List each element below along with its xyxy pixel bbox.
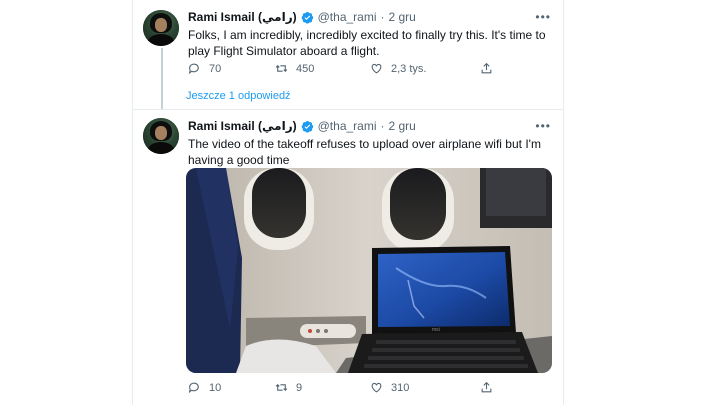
tweet-header: Rami Ismail (رامي) @tha_rami · 2 gru [188, 119, 416, 133]
tweet-header: Rami Ismail (رامي) @tha_rami · 2 gru [188, 10, 416, 24]
reply-icon [188, 382, 199, 394]
like-count: 2,3 tys. [391, 62, 427, 75]
timestamp[interactable]: 2 gru [389, 10, 416, 24]
retweet-count: 450 [296, 62, 315, 75]
author-name[interactable]: Rami Ismail (رامي) [188, 10, 297, 24]
like-count: 310 [391, 381, 410, 394]
avatar[interactable] [143, 10, 179, 46]
timestamp[interactable]: 2 gru [389, 119, 416, 133]
avatar[interactable] [143, 118, 179, 154]
author-handle[interactable]: @tha_rami [318, 10, 377, 24]
separator-dot: · [380, 10, 385, 24]
retweet-count: 9 [296, 381, 303, 394]
heart-icon [371, 63, 382, 74]
laptop-brand-label: msi [432, 327, 440, 333]
reply-icon [188, 63, 199, 75]
show-more-replies-link[interactable]: Jeszcze 1 odpowiedź [186, 90, 291, 102]
share-button[interactable] [480, 62, 493, 75]
retweet-button[interactable]: 9 [275, 381, 302, 394]
airplane-laptop-photo: msi [186, 168, 552, 373]
more-options-icon[interactable]: ••• [535, 119, 551, 133]
tweet-actions: 70 450 2,3 tys. [188, 62, 538, 78]
author-name[interactable]: Rami Ismail (رامي) [188, 119, 297, 133]
tweet-text: Folks, I am incredibly, incredibly excit… [188, 28, 546, 58]
retweet-button[interactable]: 450 [275, 62, 314, 75]
retweet-icon [275, 384, 288, 391]
more-options-icon[interactable]: ••• [535, 10, 551, 24]
thread-line-dotted [161, 84, 163, 110]
reply-count: 10 [209, 381, 222, 394]
separator-dot: · [380, 119, 385, 133]
tweet-text: The video of the takeoff refuses to uplo… [188, 137, 541, 167]
heart-icon [371, 382, 382, 393]
tweet-actions: 10 9 310 [188, 381, 538, 397]
share-icon [481, 381, 492, 393]
like-button[interactable]: 2,3 tys. [370, 62, 426, 75]
like-button[interactable]: 310 [370, 381, 409, 394]
share-button[interactable] [480, 381, 493, 394]
verified-badge-icon [301, 11, 313, 24]
tweet-photo[interactable]: msi [186, 168, 552, 373]
author-handle[interactable]: @tha_rami [318, 119, 377, 133]
reply-button[interactable]: 10 [188, 381, 221, 394]
share-icon [481, 62, 492, 74]
verified-badge-icon [301, 120, 313, 133]
reply-button[interactable]: 70 [188, 62, 221, 75]
reply-count: 70 [209, 62, 222, 75]
timeline: Rami Ismail (رامي) @tha_rami · 2 gru •••… [132, 0, 564, 405]
retweet-icon [275, 65, 288, 72]
